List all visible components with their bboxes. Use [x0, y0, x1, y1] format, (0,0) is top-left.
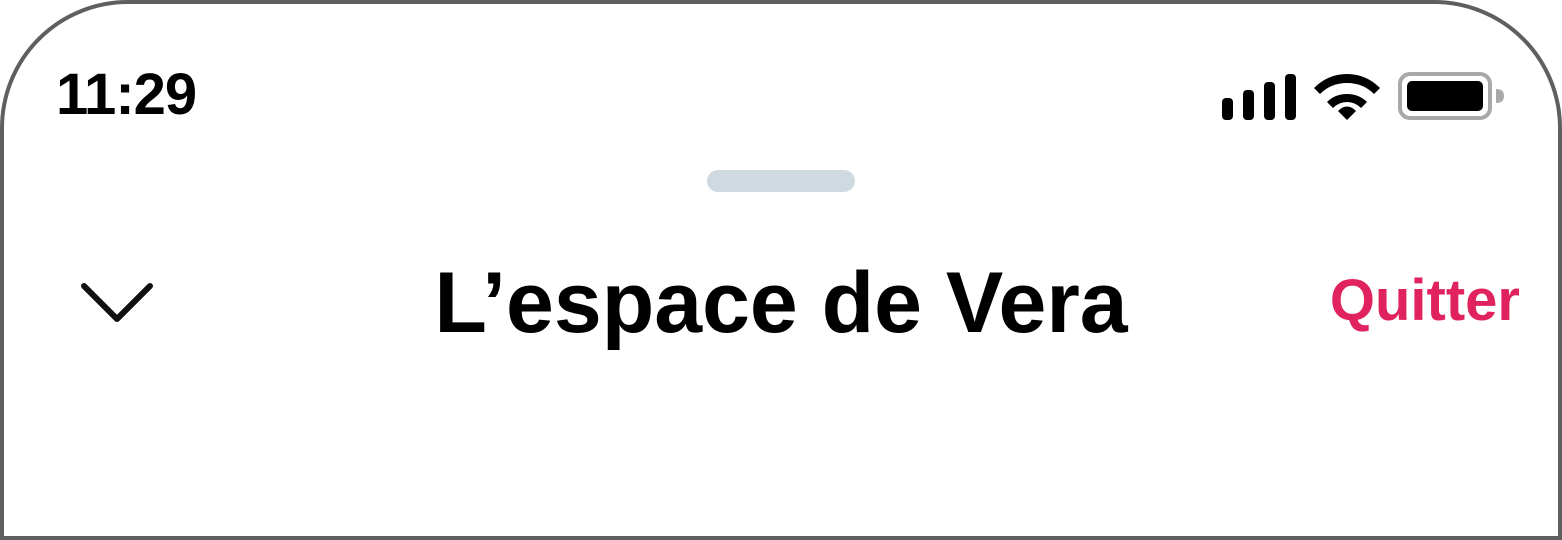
sheet-title: L’espace de Vera [434, 255, 1128, 351]
wifi-icon [1314, 74, 1380, 120]
quit-button[interactable]: Quitter [1330, 270, 1520, 332]
battery-icon [1398, 72, 1504, 120]
chevron-down-icon[interactable] [76, 276, 158, 328]
status-bar-time: 11:29 [56, 62, 197, 127]
cellular-signal-icon [1222, 74, 1296, 120]
sheet-grabber-handle[interactable] [707, 170, 855, 192]
